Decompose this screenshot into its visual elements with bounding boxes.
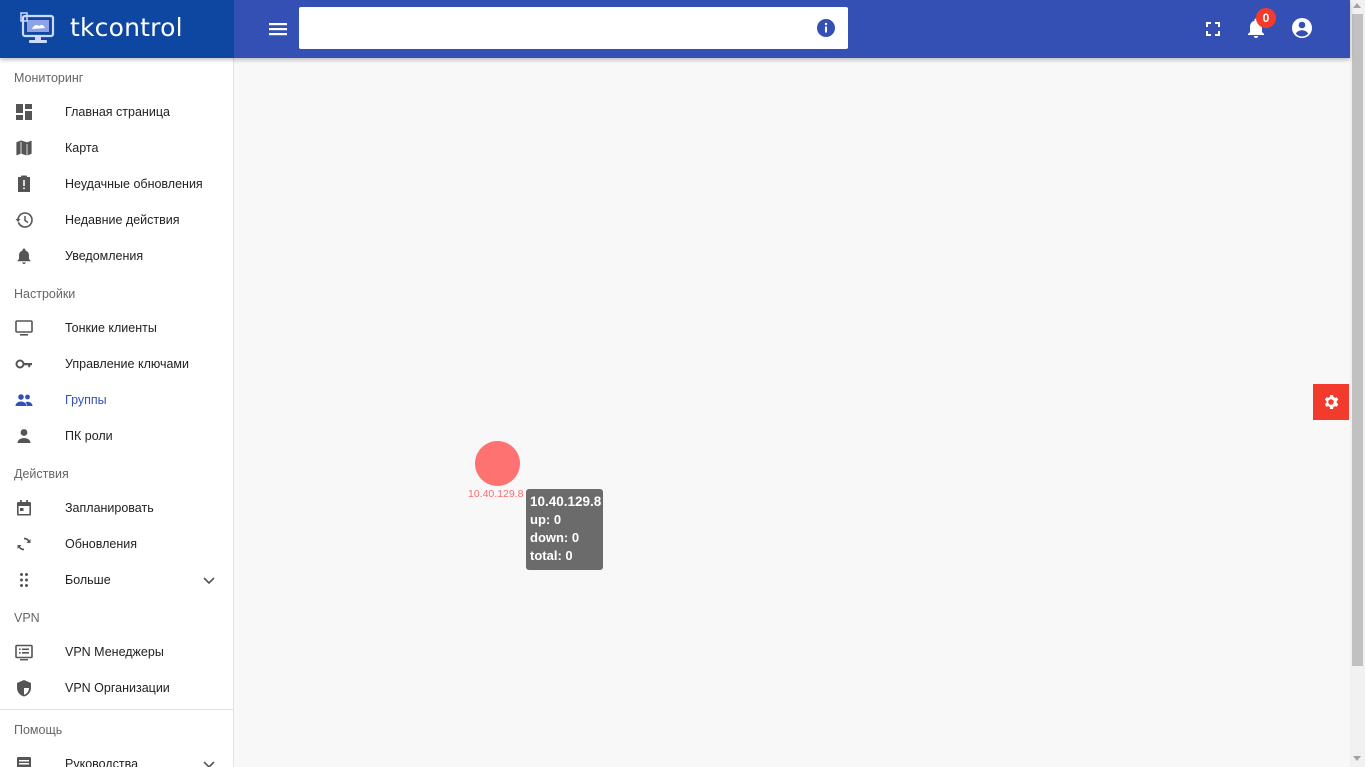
settings-panel-button[interactable] — [1313, 384, 1349, 420]
sidebar-item-dashboard[interactable]: Главная страница — [0, 94, 233, 130]
shield-icon — [17, 680, 31, 697]
sidebar-item-key-management[interactable]: Управление ключами — [0, 346, 233, 382]
dashboard-icon — [16, 104, 32, 120]
fullscreen-icon[interactable] — [1203, 19, 1223, 39]
sidebar-item-updates[interactable]: Обновления — [0, 526, 233, 562]
calendar-icon — [17, 500, 31, 516]
sidebar-item-recent-actions[interactable]: Недавние действия — [0, 202, 233, 238]
gear-icon — [1324, 395, 1339, 409]
dots-grid-icon — [20, 573, 28, 587]
info-icon[interactable] — [817, 19, 835, 37]
tooltip-title: 10.40.129.8 — [530, 494, 602, 509]
sidebar-item-groups[interactable]: Группы — [0, 382, 233, 418]
sidebar-item-thin-clients[interactable]: Тонкие клиенты — [0, 310, 233, 346]
notifications-badge: 0 — [1256, 8, 1276, 28]
app-name: tkcontrol — [70, 13, 183, 42]
menu-icon[interactable] — [266, 17, 290, 41]
list-box-icon — [15, 644, 33, 661]
sidebar: Мониторинг Главная страница Карта Неудач… — [0, 58, 234, 767]
page-scrollbar[interactable] — [1350, 0, 1365, 767]
sidebar-item-guides[interactable]: Руководства — [0, 746, 233, 767]
scroll-down-arrow-icon[interactable] — [1353, 756, 1361, 761]
tooltip-up: up: 0 — [530, 512, 562, 527]
graph-node[interactable] — [475, 441, 520, 486]
graph-node-label: 10.40.129.8 — [468, 488, 524, 500]
key-icon — [15, 359, 32, 369]
sidebar-item-map[interactable]: Карта — [0, 130, 233, 166]
monitor-icon — [15, 320, 33, 336]
tooltip-down: down: 0 — [530, 530, 580, 545]
history-icon — [15, 212, 33, 228]
person-icon — [17, 429, 31, 443]
node-tooltip: 10.40.129.8 up: 0 down: 0 total: 0 — [526, 489, 603, 570]
section-title-help: Помощь — [14, 723, 63, 737]
section-title-vpn: VPN — [14, 611, 40, 625]
app-logo-icon — [20, 12, 55, 43]
chevron-down-icon[interactable] — [201, 572, 217, 588]
scrollbar-thumb[interactable] — [1352, 14, 1363, 666]
sidebar-item-notifications[interactable]: Уведомления — [0, 238, 233, 274]
scroll-up-arrow-icon[interactable] — [1353, 3, 1361, 8]
clipboard-alert-icon — [18, 175, 30, 192]
top-app-bar: tkcontrol 0 — [0, 0, 1350, 58]
sync-icon — [17, 537, 31, 551]
sidebar-item-vpn-managers[interactable]: VPN Менеджеры — [0, 634, 233, 670]
graph-canvas[interactable] — [234, 58, 1350, 767]
sidebar-item-schedule[interactable]: Запланировать — [0, 490, 233, 526]
section-title-monitoring: Мониторинг — [14, 71, 84, 85]
sidebar-item-vpn-organizations[interactable]: VPN Организации — [0, 670, 233, 706]
section-title-settings: Настройки — [14, 287, 76, 301]
chevron-down-icon[interactable] — [201, 756, 217, 767]
map-icon — [15, 139, 33, 157]
account-icon[interactable] — [1291, 17, 1313, 39]
search-input[interactable] — [299, 7, 848, 49]
sidebar-item-failed-updates[interactable]: Неудачные обновления — [0, 166, 233, 202]
tooltip-total: total: 0 — [530, 548, 573, 563]
bell-icon — [17, 248, 31, 264]
sidebar-item-more[interactable]: Больше — [0, 562, 233, 598]
brand[interactable]: tkcontrol — [0, 0, 234, 58]
people-icon — [15, 394, 33, 406]
sidebar-item-pc-roles[interactable]: ПК роли — [0, 418, 233, 454]
section-title-actions: Действия — [14, 467, 69, 481]
book-icon — [17, 757, 31, 767]
